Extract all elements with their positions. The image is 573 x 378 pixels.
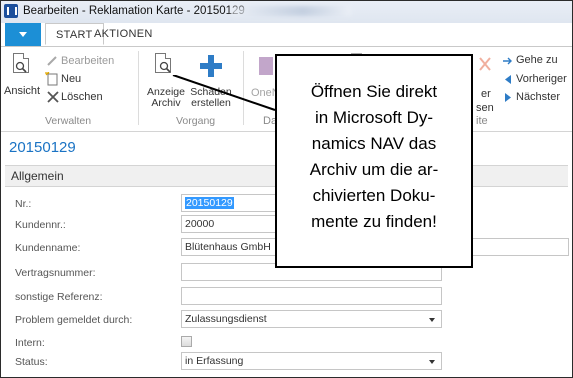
magnifier-icon [159, 61, 171, 73]
intern-label: Intern: [15, 337, 45, 349]
vorheriger-label: Vorheriger [516, 73, 567, 85]
naechster-label: Nächster [516, 91, 561, 103]
tab-aktionen[interactable]: AKTIONEN [94, 28, 153, 40]
referenz-label: sonstige Referenz: [15, 291, 103, 303]
status-label: Status: [15, 356, 48, 368]
intern-checkbox[interactable] [181, 336, 192, 347]
page-title: 20150129 [9, 139, 76, 156]
triangle-left-icon [505, 75, 511, 84]
chevron-down-icon [429, 360, 435, 364]
annotation-callout: Öffnen Sie direkt in Microsoft Dy- namic… [275, 54, 473, 268]
window-title: Bearbeiten - Reklamation Karte - 2015012… [23, 5, 245, 17]
callout-line-4: Archiv um die ar- [309, 160, 439, 179]
callout-line-3: namics NAV das [311, 134, 437, 153]
onenote-icon [259, 57, 273, 75]
vertragsnummer-label: Vertragsnummer: [15, 267, 96, 279]
ansicht-label: Ansicht [4, 85, 41, 97]
magnifier-icon [15, 61, 27, 73]
problem-value: Zulassungsdienst [185, 313, 267, 325]
group-separator [138, 51, 139, 125]
group-label-partial-ite: ite [476, 115, 488, 127]
kundenname-value: Blütenhaus GmbH [185, 241, 271, 253]
problem-dropdown[interactable]: Zulassungsdienst [181, 310, 442, 328]
status-value: in Erfassung [185, 355, 244, 367]
title-bar: Bearbeiten - Reklamation Karte - 2015012… [1, 1, 572, 23]
group-label-vorgang: Vorgang [176, 115, 216, 127]
close-x-icon [479, 57, 491, 71]
title-bar-blur [231, 6, 351, 16]
callout-pointer-line [172, 75, 276, 111]
pencil-icon [47, 56, 57, 66]
gehe-zu-label: Gehe zu [516, 54, 558, 66]
callout-line-1: Öffnen Sie direkt [310, 82, 438, 101]
referenz-field[interactable] [181, 287, 442, 305]
ribbon-tabs: START AKTIONEN [1, 23, 572, 47]
new-document-icon [45, 72, 58, 86]
loeschen-label: Löschen [61, 91, 103, 103]
bearbeiten-label: Bearbeiten [61, 55, 115, 67]
problem-label: Problem gemeldet durch: [15, 314, 133, 326]
section-title: Allgemein [11, 169, 64, 183]
application-menu-button[interactable] [5, 23, 41, 46]
hidden-label-sen: sen [476, 102, 494, 114]
plus-icon [200, 55, 222, 77]
kundenname-label: Kundenname: [15, 242, 81, 254]
kundennr-label: Kundennr.: [15, 219, 66, 231]
nr-value: 20150129 [185, 197, 234, 209]
nav-card-window: Bearbeiten - Reklamation Karte - 2015012… [0, 0, 573, 378]
status-dropdown[interactable]: in Erfassung [181, 352, 442, 370]
triangle-right-icon [505, 93, 511, 102]
neu-label: Neu [61, 73, 82, 85]
callout-line-2: in Microsoft Dy- [314, 108, 434, 127]
dynamics-nav-app-icon [4, 4, 18, 18]
group-label-verwalten: Verwalten [45, 115, 92, 127]
delete-x-icon [47, 91, 59, 103]
nr-label: Nr.: [15, 198, 32, 210]
kundenname-2-field[interactable] [471, 238, 569, 256]
chevron-down-icon [429, 318, 435, 322]
arrow-right-icon [503, 57, 512, 65]
callout-line-5: chivierten Doku- [312, 186, 436, 205]
kundennr-value: 20000 [185, 218, 215, 230]
callout-line-6: mente zu finden! [311, 212, 437, 231]
hidden-label-er: er [481, 88, 491, 100]
